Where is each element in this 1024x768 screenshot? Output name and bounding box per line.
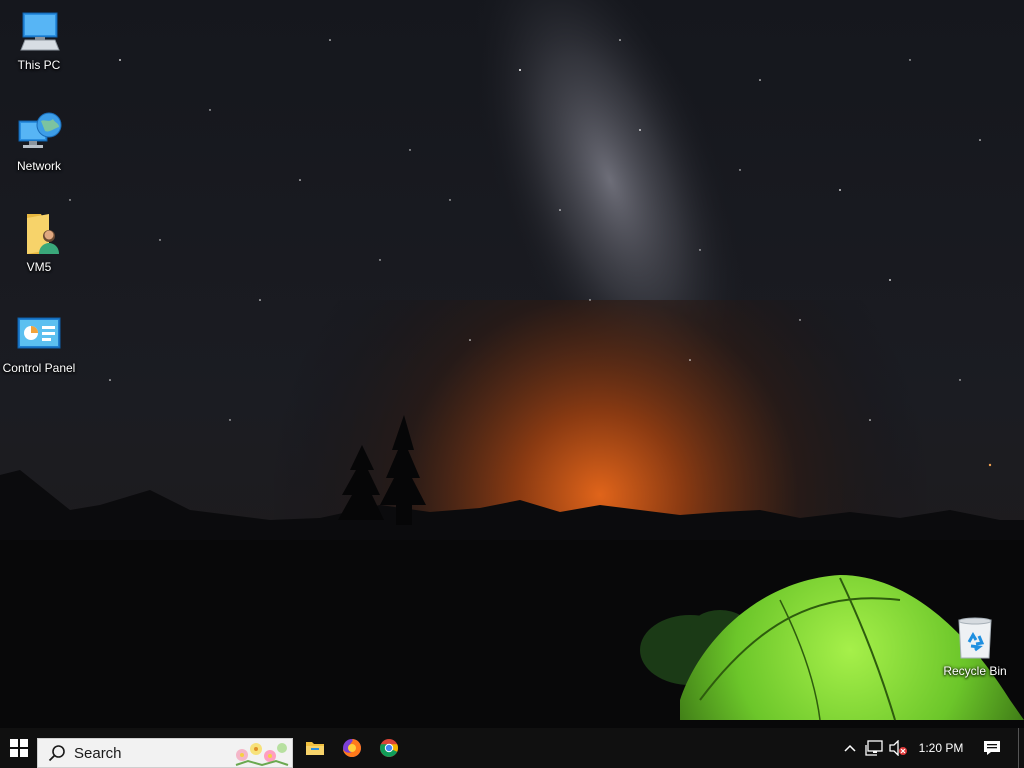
control-panel-icon — [17, 317, 61, 349]
chrome-icon — [380, 739, 398, 757]
search-placeholder: Search — [74, 744, 122, 762]
desktop-icon-recycle-bin[interactable]: Recycle Bin — [937, 614, 1013, 679]
desktop-icon-label: Control Panel — [2, 361, 76, 375]
flowers-search-highlight-icon — [235, 743, 289, 767]
tray-clock[interactable]: 1:20 PM — [912, 728, 970, 768]
firefox-icon — [343, 739, 361, 757]
tray-network-button[interactable] — [862, 728, 886, 768]
search-icon — [48, 745, 65, 762]
desktop-icon-network[interactable]: Network — [1, 109, 77, 174]
notifications-icon — [984, 741, 1000, 755]
desktop-icon-this-pc[interactable]: This PC — [1, 8, 77, 73]
start-button[interactable] — [0, 728, 37, 768]
taskbar-firefox[interactable] — [334, 728, 370, 768]
this-pc-icon — [20, 12, 60, 51]
action-center-button[interactable] — [978, 728, 1006, 768]
network-tray-icon — [865, 740, 883, 756]
show-desktop-button[interactable] — [1018, 728, 1024, 768]
tray-overflow-button[interactable] — [840, 728, 860, 768]
desktop-icon-label: This PC — [17, 58, 61, 72]
user-folder-icon — [27, 214, 59, 254]
desktop-icon-label: Network — [16, 159, 61, 173]
desktop-icon-label: Recycle Bin — [943, 664, 1007, 678]
windows-logo-icon — [9, 739, 28, 757]
search-input[interactable]: Search — [37, 738, 293, 768]
file-explorer-icon — [306, 742, 324, 755]
desktop-icon-vm5[interactable]: VM5 — [1, 210, 77, 275]
desktop-icon-label: VM5 — [26, 260, 52, 274]
desktop-icon-control-panel[interactable]: Control Panel — [1, 311, 77, 376]
wallpaper — [0, 0, 1024, 728]
clock-time: 1:20 PM — [918, 741, 964, 755]
volume-muted-icon — [889, 740, 907, 756]
network-icon — [18, 112, 62, 148]
tray-volume-button[interactable] — [886, 728, 910, 768]
desktop[interactable]: This PC Network VM5 Control Panel Recycl… — [0, 0, 1024, 728]
recycle-bin-icon — [958, 617, 992, 659]
chevron-up-icon — [844, 744, 856, 752]
taskbar-chrome[interactable] — [370, 728, 408, 768]
taskbar-file-explorer[interactable] — [296, 728, 334, 768]
